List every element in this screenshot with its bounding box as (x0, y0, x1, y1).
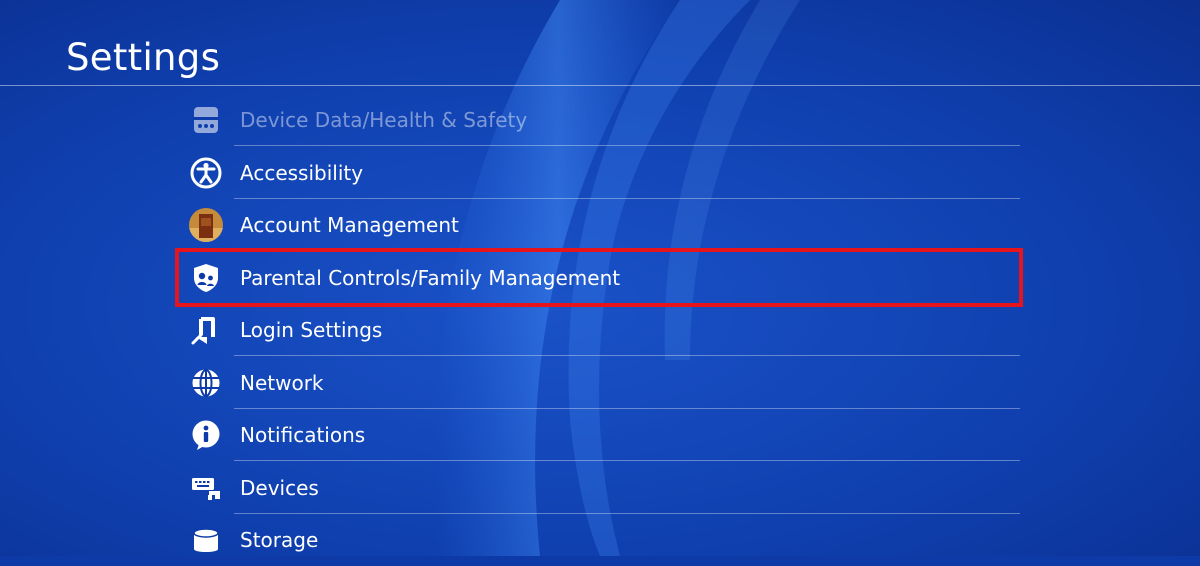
menu-item-label: Notifications (240, 423, 366, 447)
menu-item-label: Devices (240, 476, 319, 500)
globe-icon (188, 365, 224, 401)
menu-item-notifications[interactable]: Notifications (180, 409, 1020, 461)
storage-icon (188, 522, 224, 558)
account-avatar (188, 207, 224, 243)
menu-item-accessibility[interactable]: Accessibility (180, 147, 1020, 199)
divider (234, 460, 1020, 461)
device-data-icon (188, 102, 224, 138)
menu-item-label: Storage (240, 528, 319, 552)
menu-item-device-data[interactable]: Device Data/Health & Safety (180, 94, 1020, 146)
divider (234, 145, 1020, 146)
login-settings-icon (188, 312, 224, 348)
menu-item-login-settings[interactable]: Login Settings (180, 304, 1020, 356)
highlight-box (175, 248, 1023, 307)
divider (234, 355, 1020, 356)
menu-item-network[interactable]: Network (180, 357, 1020, 409)
menu-item-label: Accessibility (240, 161, 364, 185)
menu-item-label: Device Data/Health & Safety (240, 108, 528, 132)
devices-icon (188, 470, 224, 506)
menu-item-label: Account Management (240, 213, 459, 237)
menu-item-label: Network (240, 371, 324, 395)
menu-item-account-management[interactable]: Account Management (180, 199, 1020, 251)
menu-item-label: Login Settings (240, 318, 383, 342)
menu-item-devices[interactable]: Devices (180, 462, 1020, 514)
menu-item-storage[interactable]: Storage (180, 514, 1020, 566)
info-icon (188, 417, 224, 453)
accessibility-icon (188, 155, 224, 191)
